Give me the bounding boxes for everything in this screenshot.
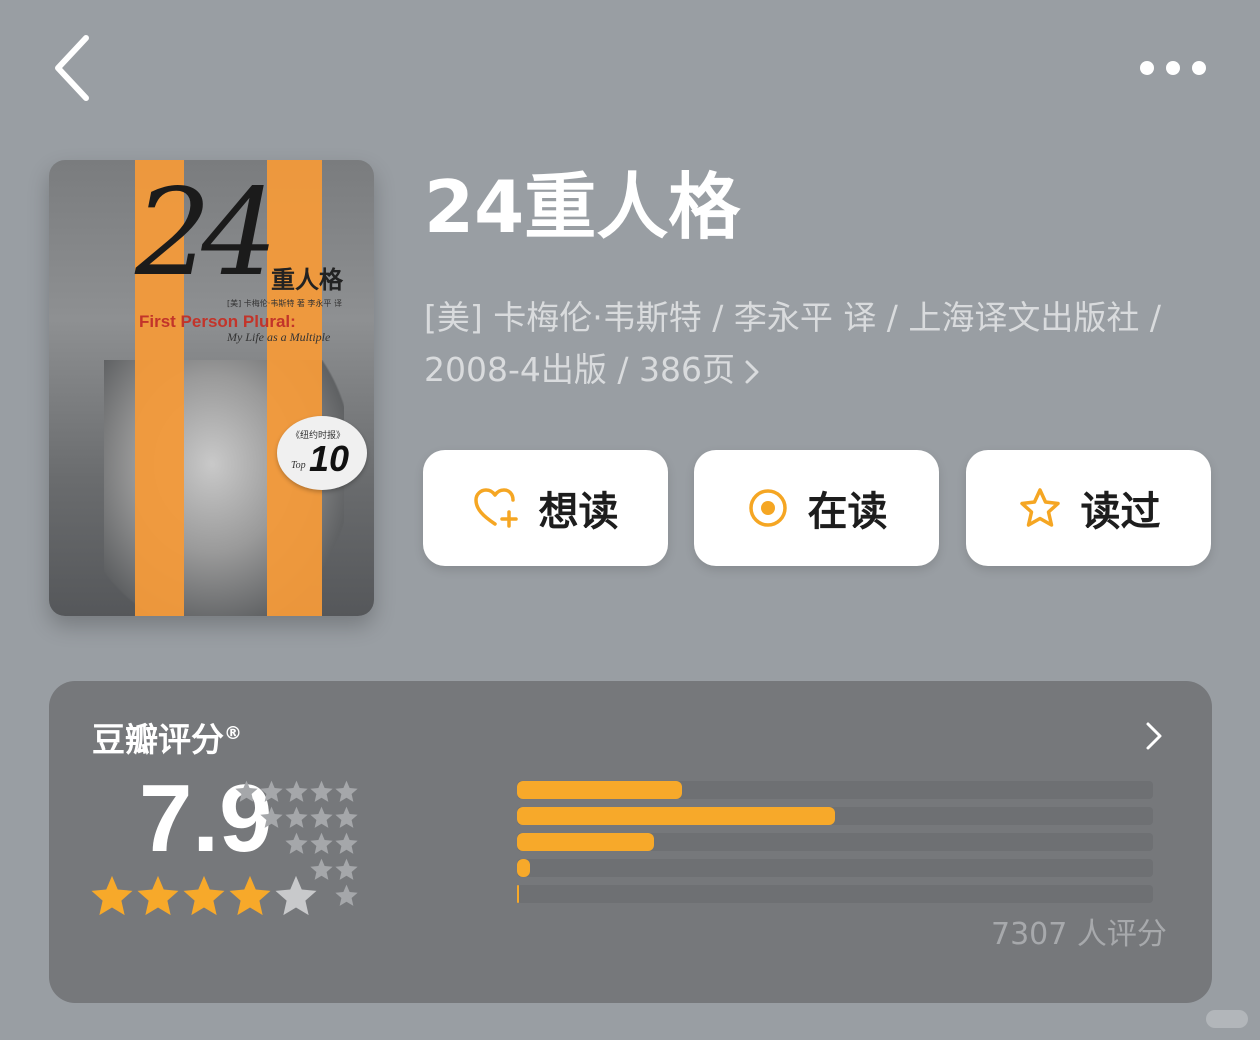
cover-badge: 《纽约时报》 Top 10 — [277, 416, 367, 490]
gray-star-icon — [335, 858, 358, 880]
distribution-bar-track — [517, 885, 1153, 903]
gray-star-icon — [285, 780, 308, 802]
gray-star-icon — [335, 806, 358, 828]
more-options-icon[interactable] — [1130, 50, 1218, 86]
distribution-star-group — [259, 805, 359, 830]
cover-en-subtitle: My Life as a Multiple — [227, 330, 331, 344]
chevron-right-icon[interactable] — [1142, 719, 1166, 753]
book-meta[interactable]: [美] 卡梅伦·韦斯特 / 李永平 译 / 上海译文出版社 / 2008-4出版… — [424, 292, 1224, 396]
distribution-star-group — [309, 857, 359, 882]
watermark-badge — [1206, 1010, 1248, 1028]
distribution-bar-track — [517, 781, 1153, 799]
want-to-read-button[interactable]: 想读 — [423, 450, 668, 566]
reading-label: 在读 — [807, 489, 888, 535]
cover-stripe — [267, 160, 322, 616]
back-chevron-icon[interactable] — [46, 30, 102, 106]
distribution-bar-track — [517, 807, 1153, 825]
book-title: 24重人格 — [424, 165, 741, 249]
distribution-bar-1 — [517, 885, 519, 903]
gray-star-icon — [310, 806, 333, 828]
filled-star-icon — [183, 875, 225, 916]
cover-en-title: First Person Plural: — [139, 312, 296, 331]
cover-number: 24 — [135, 164, 278, 303]
distribution-star-group — [284, 831, 359, 856]
read-button[interactable]: 读过 — [966, 450, 1211, 566]
distribution-bar-4 — [517, 807, 835, 825]
filled-star-icon — [229, 875, 271, 916]
read-label: 读过 — [1080, 489, 1161, 535]
book-meta-line-2-wrap: 2008-4出版 / 386页 — [424, 344, 1224, 396]
gray-star-icon — [335, 832, 358, 854]
rating-count: 7307 人评分 — [991, 917, 1167, 952]
distribution-bar-track — [517, 859, 1153, 877]
distribution-bar-track — [517, 833, 1153, 851]
cover-badge-number: 10 — [309, 438, 350, 479]
book-cover-image[interactable]: 24 重人格 [美] 卡梅伦·韦斯特 著 李永平 译 First Person … — [49, 160, 374, 616]
cover-cn-title: 重人格 — [271, 265, 343, 294]
heart-plus-icon — [473, 488, 518, 528]
chevron-right-icon — [745, 360, 759, 383]
gray-star-icon — [310, 780, 333, 802]
star-outline-icon — [1019, 488, 1060, 527]
gray-star-icon — [285, 832, 308, 854]
distribution-bar-5 — [517, 781, 682, 799]
radio-dot-icon — [748, 489, 787, 527]
book-meta-line-1: [美] 卡梅伦·韦斯特 / 李永平 译 / 上海译文出版社 / — [424, 298, 1162, 337]
distribution-star-group — [334, 883, 359, 908]
book-meta-line-2: 2008-4出版 / 386页 — [424, 350, 735, 389]
gray-star-icon — [310, 858, 333, 880]
gray-star-icon — [285, 806, 308, 828]
reading-button[interactable]: 在读 — [694, 450, 939, 566]
gray-star-icon — [335, 780, 358, 802]
gray-star-icon — [235, 780, 258, 802]
gray-star-icon — [310, 832, 333, 854]
want-to-read-label: 想读 — [538, 489, 619, 535]
distribution-star-group — [234, 779, 359, 804]
filled-star-icon — [91, 875, 133, 916]
gray-star-icon — [260, 780, 283, 802]
rating-title: 豆瓣评分® — [92, 713, 242, 761]
rating-card[interactable]: 豆瓣评分® 7.9 7307 人评分 — [49, 681, 1212, 1003]
cover-authors: [美] 卡梅伦·韦斯特 著 李永平 译 — [227, 299, 342, 308]
distribution-bar-2 — [517, 859, 530, 877]
score-stars — [89, 873, 319, 919]
gray-star-icon — [335, 884, 358, 906]
cover-badge-top: Top — [291, 460, 306, 471]
filled-star-icon — [137, 875, 179, 916]
gray-star-icon — [260, 806, 283, 828]
registered-mark: ® — [224, 723, 242, 744]
distribution-bar-3 — [517, 833, 654, 851]
rating-title-text: 豆瓣评分 — [92, 720, 224, 759]
